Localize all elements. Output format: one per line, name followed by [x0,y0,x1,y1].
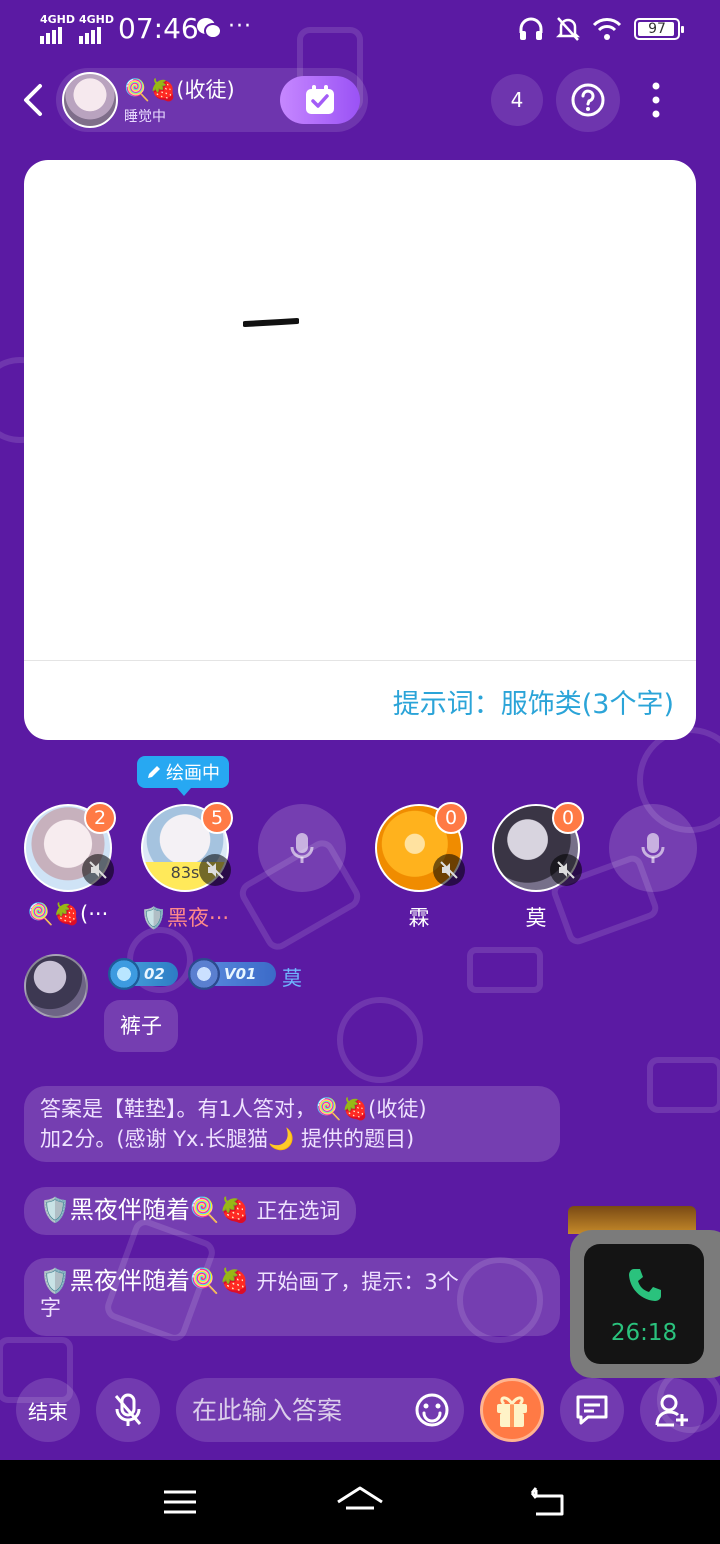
mic-muted-icon [433,854,465,886]
status-bar: 4GHD 4GHD 07:46 ··· 97 [0,0,720,58]
score-badge: 0 [552,802,584,834]
system-message-answer: 答案是【鞋垫】。有1人答对，🍭🍓(收徒) 加2分。(感谢 Yx.长腿猫🌙 提供的… [24,1086,560,1162]
chat-button[interactable] [560,1378,624,1442]
mic-off-icon [114,1393,142,1426]
back-nav-icon[interactable] [528,1484,568,1520]
room-status: 睡觉中 [124,109,166,125]
empty-seat-1[interactable] [258,804,346,892]
help-button[interactable] [556,68,620,132]
empty-seat-2[interactable] [609,804,697,892]
clock: 07:46 [118,12,199,45]
more-vertical-icon[interactable] [646,80,666,120]
menu-icon[interactable] [160,1484,200,1520]
score-badge: 2 [84,802,116,834]
online-count-button[interactable]: 4 [491,74,543,126]
add-friend-button[interactable] [640,1378,704,1442]
answer-input[interactable] [192,1395,412,1425]
end-button[interactable]: 结束 [16,1378,80,1442]
drawing-status-tag: 绘画中 [137,756,229,796]
pencil-icon [148,766,160,778]
gift-icon [497,1396,527,1427]
player-seat-5[interactable]: 0 [492,802,584,892]
phone-icon [629,1269,661,1301]
vip-badge: V01 [188,958,276,990]
system-message-start: 🛡️黑夜伴随着🍭🍓 开始画了，提示：3个 字 [24,1258,560,1336]
player-name: 🍭🍓(··· [27,902,109,926]
cell-signal-icon: 4GHD [40,14,75,44]
more-notifications: ··· [228,14,252,39]
home-icon[interactable] [336,1484,384,1520]
player-seat-4[interactable]: 0 [375,802,467,892]
mic-icon [641,833,665,863]
player-name: 莫 [525,906,547,930]
drawing-canvas[interactable]: 提示词：服饰类(3个字) [24,160,696,740]
room-avatar[interactable] [62,72,118,128]
gift-button[interactable] [480,1378,544,1442]
room-name: 🍭🍓(收徒) [124,78,235,102]
mic-icon [290,833,314,863]
mic-muted-icon [199,854,231,886]
player-seat-1[interactable]: 2 [24,802,116,892]
chat-message: 裤子 [104,1000,178,1052]
score-badge: 0 [435,802,467,834]
word-hint: 提示词：服饰类(3个字) [392,689,674,720]
chat-bubble-icon [576,1395,608,1425]
help-icon [571,83,605,117]
call-duration: 26:18 [610,1320,678,1346]
mic-muted-icon [82,854,114,886]
emoji-icon[interactable] [414,1392,450,1428]
mute-bell-icon [556,17,580,41]
canvas-divider [24,660,696,661]
wifi-icon [592,18,622,40]
checkin-icon [306,85,334,114]
headphones-icon [519,17,543,40]
floating-call-window[interactable]: 26:18 [570,1230,720,1378]
mic-toggle-button[interactable] [96,1378,160,1442]
add-user-icon [655,1394,688,1427]
back-icon[interactable] [18,80,48,120]
room-info-pill[interactable]: 🍭🍓(收徒) 睡觉中 [56,68,368,132]
player-name: 🛡️黑夜··· [140,906,230,930]
wechat-icon [197,18,222,39]
chat-sender-name: 莫 [282,966,302,990]
system-message-choosing: 🛡️黑夜伴随着🍭🍓 正在选词 [24,1187,357,1235]
system-navigation-bar [0,1460,720,1544]
player-seat-2[interactable]: 83s 5 [141,802,233,892]
mic-muted-icon [550,854,582,886]
answer-input-box[interactable] [176,1378,464,1442]
battery-icon: 97 [634,18,684,40]
chat-avatar[interactable] [24,954,88,1018]
checkin-button[interactable] [280,76,360,124]
player-name: 霖 [408,906,430,930]
level-badge: 02 [108,958,178,990]
score-badge: 5 [201,802,233,834]
cell-signal-icon-2: 4GHD [79,14,114,44]
drawn-stroke [243,318,299,327]
